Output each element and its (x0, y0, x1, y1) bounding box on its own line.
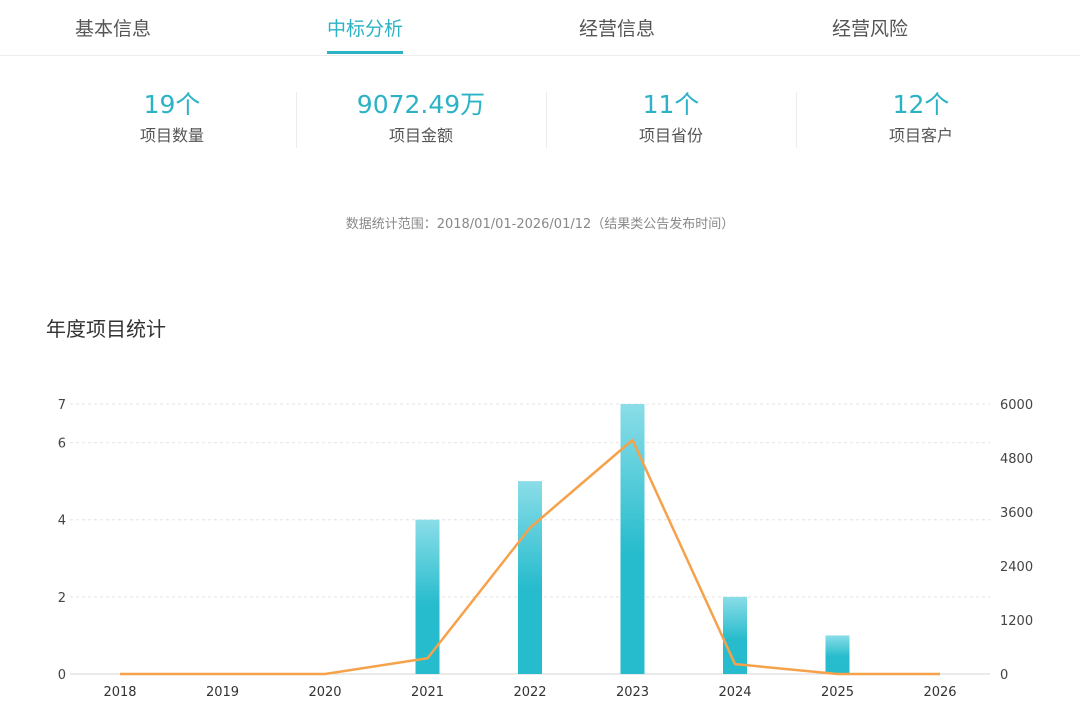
stat-project-amount: 9072.49万 项目金额 (296, 88, 546, 146)
stat-value: 11个 (642, 90, 700, 119)
bar (518, 481, 542, 674)
y-right-tick-label: 4800 (1000, 452, 1033, 467)
stat-project-provinces: 11个 项目省份 (546, 88, 796, 146)
x-tick-label: 2021 (411, 685, 444, 700)
tab-basic-info[interactable]: 基本信息 (75, 14, 151, 41)
stats-row: 19个 项目数量 9072.49万 项目金额 11个 项目省份 12个 项目客户 (0, 88, 1080, 158)
stat-label: 项目金额 (388, 126, 453, 145)
tab-bid-analysis[interactable]: 中标分析 (327, 14, 403, 41)
bar (825, 635, 850, 674)
stat-label: 项目数量 (139, 126, 204, 145)
active-tab-indicator (327, 51, 403, 54)
y-left-tick-label: 4 (58, 514, 66, 529)
stat-label: 项目客户 (888, 126, 953, 145)
stat-value: 12个 (892, 90, 950, 119)
stat-value: 19个 (143, 90, 201, 119)
x-tick-label: 2018 (103, 685, 136, 700)
y-right-tick-label: 1200 (1000, 614, 1033, 629)
x-tick-label: 2024 (718, 685, 751, 700)
y-right-tick-label: 6000 (1000, 398, 1033, 413)
tab-operation-risk[interactable]: 经营风险 (832, 14, 908, 41)
y-axis-right: 0 1200 2400 3600 4800 6000 (1000, 398, 1033, 683)
bar (620, 404, 645, 674)
tab-bar: 基本信息 中标分析 经营信息 经营风险 (0, 0, 1080, 56)
tab-operation-info[interactable]: 经营信息 (579, 14, 655, 41)
stat-value: 9072.49万 (356, 90, 486, 119)
y-right-tick-label: 2400 (1000, 560, 1033, 575)
y-right-tick-label: 0 (1000, 668, 1008, 683)
y-left-tick-label: 7 (58, 398, 66, 413)
x-axis: 2018 2019 2020 2021 2022 2023 2024 2025 2026 (103, 685, 956, 700)
x-tick-label: 2026 (923, 685, 956, 700)
x-tick-label: 2020 (308, 685, 341, 700)
x-tick-label: 2023 (616, 685, 649, 700)
y-left-tick-label: 2 (58, 591, 66, 606)
y-left-tick-label: 6 (58, 437, 66, 452)
stat-project-count: 19个 项目数量 (47, 88, 297, 146)
stat-project-clients: 12个 项目客户 (796, 88, 1046, 146)
y-axis-left: 0 2 4 6 7 (58, 398, 66, 683)
y-right-tick-label: 3600 (1000, 506, 1033, 521)
stat-label: 项目省份 (638, 126, 703, 145)
x-tick-label: 2025 (821, 685, 854, 700)
bar (415, 519, 440, 674)
data-range-note: 数据统计范围：2018/01/01-2026/01/12（结果类公告发布时间） (345, 217, 735, 232)
y-left-tick-label: 0 (58, 668, 66, 683)
x-tick-label: 2019 (206, 685, 239, 700)
x-tick-label: 2022 (513, 685, 546, 700)
annual-project-chart: 0 2 4 6 7 0 1200 2400 3600 4800 6000 2018 2019 2020… (58, 398, 1033, 700)
section-title: 年度项目统计 (46, 317, 166, 341)
chart-bars (415, 404, 850, 674)
